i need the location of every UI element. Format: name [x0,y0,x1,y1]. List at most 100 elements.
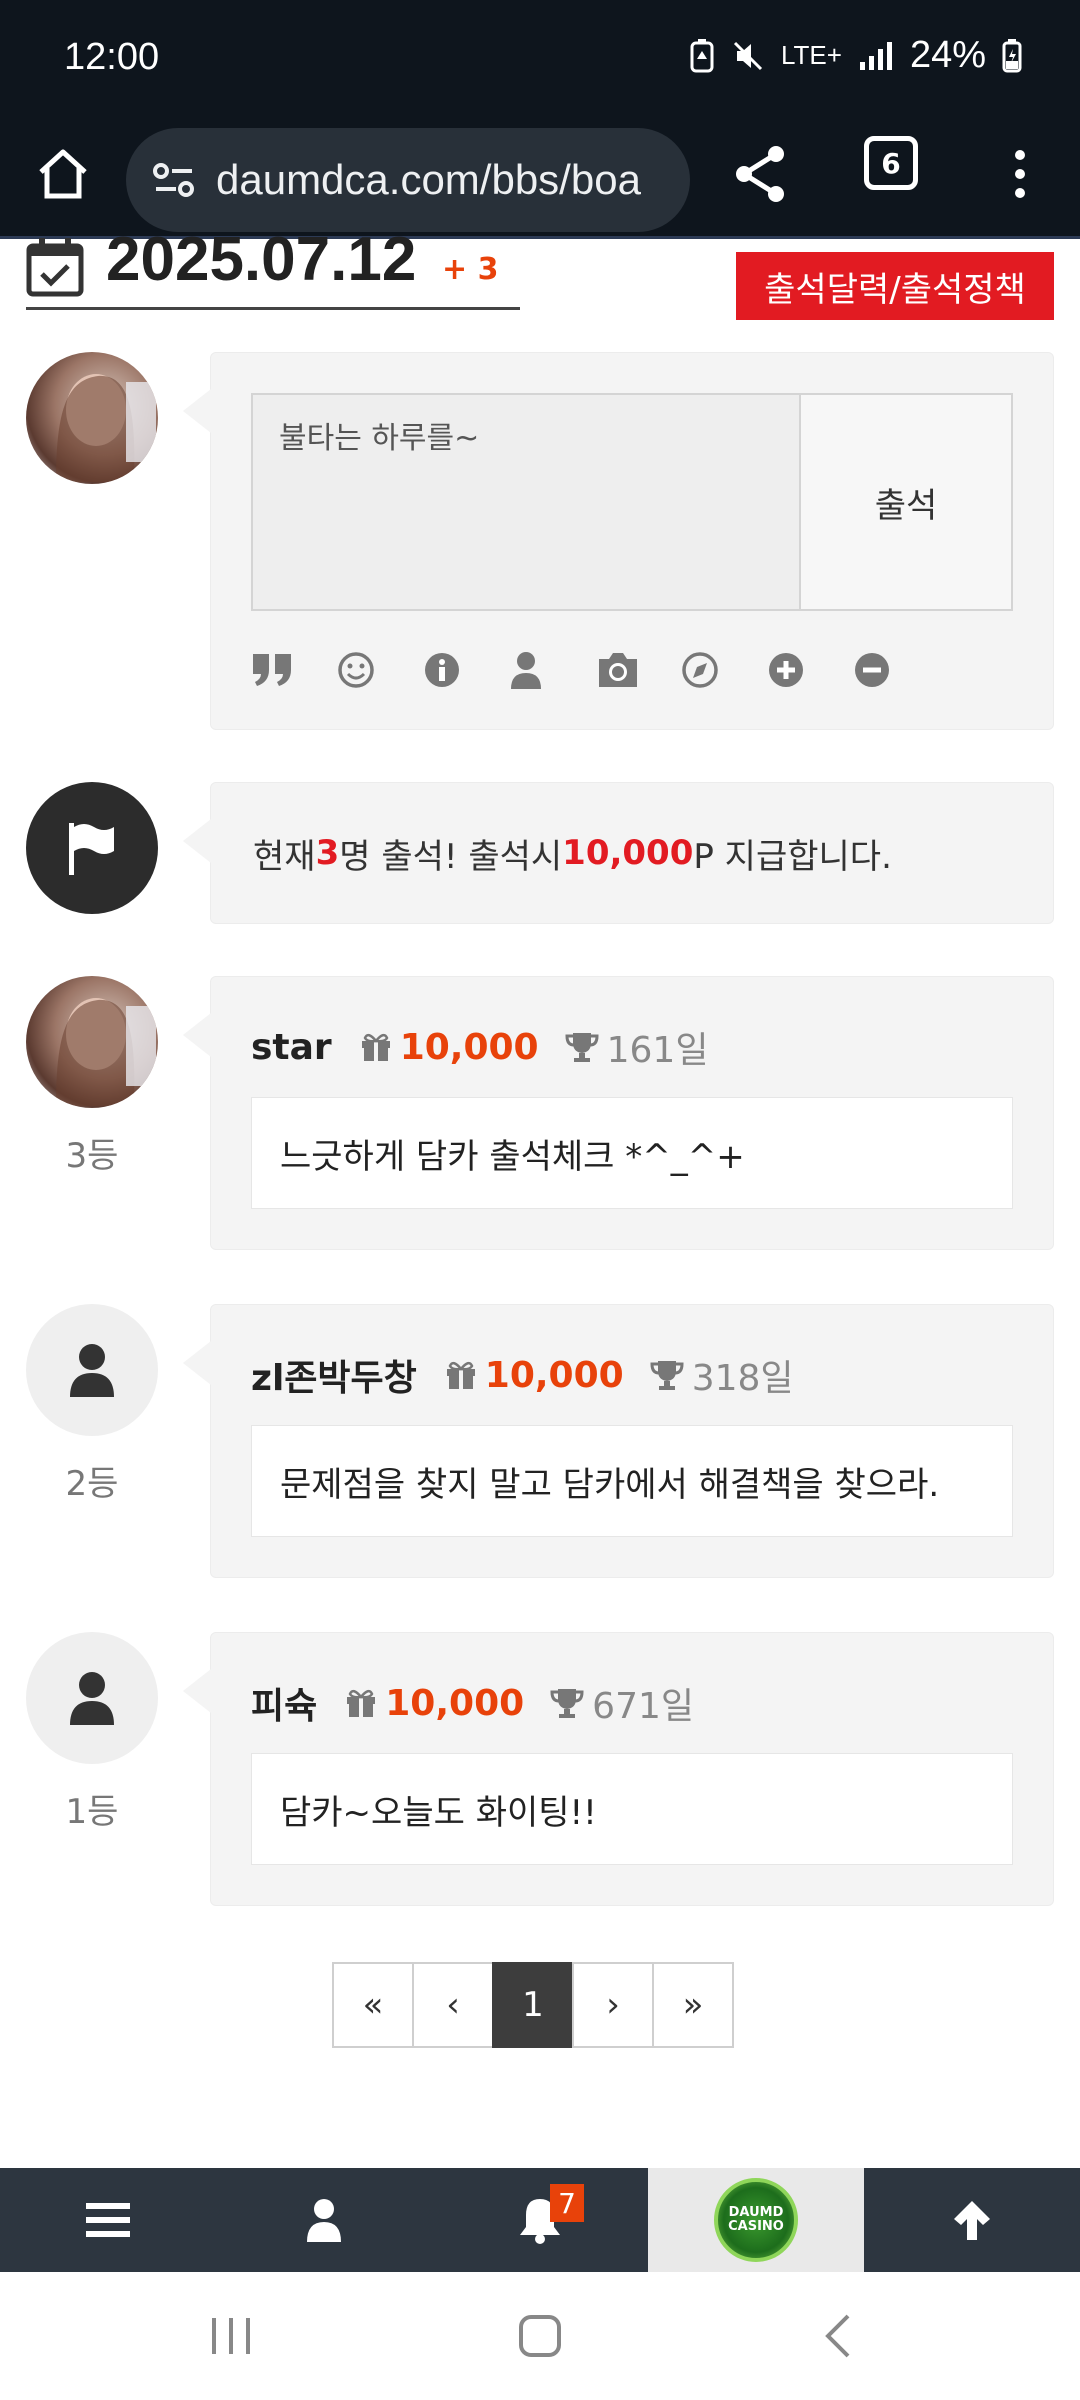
entry-meta: 피슉 10,000 671일 [251,1677,694,1729]
entry-comment: 문제점을 찾지 말고 담카에서 해결책을 찾으라. [251,1425,1013,1537]
attendance-calendar-button[interactable]: 출석달력/출석정책 [736,252,1054,320]
signal-icon [858,40,894,72]
date-header: 2025.07.12 + 3 [26,225,520,310]
attendance-delta: + 3 [442,252,499,287]
battery-charging-icon [1002,38,1022,73]
info-icon [425,653,459,687]
user-icon [511,652,541,689]
battery-percent: 24% [909,34,986,76]
gift-icon [446,1361,475,1389]
system-nav-bar [0,2272,1080,2400]
attend-button[interactable]: 출석 [801,393,1013,611]
entry-meta: zl존박두창 10,000 318일 [251,1349,794,1401]
scroll-top-button[interactable] [864,2168,1080,2272]
entry-days: 671일 [550,1677,694,1729]
profile-button[interactable] [216,2168,432,2272]
my-avatar [26,352,158,484]
entry-avatar[interactable] [26,1304,158,1436]
status-time: 12:00 [64,36,160,78]
current-page-button[interactable]: 1 [492,1962,574,2048]
attendance-date: 2025.07.12 [106,225,417,294]
more-vert-icon [1015,150,1025,198]
battery-saver-icon [689,38,715,73]
home-nav-button[interactable] [512,2308,568,2364]
info-button[interactable] [423,643,509,697]
daumd-casino-logo: DAUMD CASINO [714,2178,798,2262]
entry-meta: star 10,000 161일 [251,1021,708,1073]
link-button[interactable] [681,643,767,697]
collapse-button[interactable] [853,643,939,697]
entry-username[interactable]: 피슉 [251,1677,317,1729]
smile-icon [338,652,374,688]
hamburger-icon [86,2203,130,2237]
entry-card: 피슉 10,000 671일 담카~오늘도 화이팅!! [183,1632,1054,1906]
last-page-button[interactable]: » [652,1962,734,2048]
default-user-icon [70,1344,114,1397]
notification-badge: 7 [550,2184,584,2222]
status-bar: 12:00 LTE+ 24% [0,0,1080,112]
notifications-button[interactable]: 7 [432,2168,648,2272]
compose-toolbar [251,643,939,697]
notice-points: 10,000 [562,833,694,873]
entry-card: star 10,000 161일 느긋하게 담카 출석체크 *^_^+ [183,976,1054,1250]
url-text[interactable]: daumdca.com/bbs/boa [216,156,641,204]
entry-points: 10,000 [445,1355,624,1396]
home-button[interactable] [30,130,96,218]
gift-icon [347,1689,376,1717]
entry-avatar[interactable] [26,976,158,1108]
entry-username[interactable]: zl존박두창 [251,1349,417,1401]
user-mention-button[interactable] [509,643,595,697]
arrow-up-icon [954,2201,990,2240]
entry-days: 161일 [565,1021,708,1073]
gift-icon [361,1033,390,1061]
prev-page-button[interactable]: ‹ [412,1962,494,2048]
entry-avatar[interactable] [26,1632,158,1764]
camera-icon [599,653,637,687]
compose-card: 불타는 하루를~ 출석 [183,352,1054,730]
network-type: LTE+ [781,40,842,70]
browser-menu-button[interactable] [1000,134,1040,214]
user-icon [307,2199,341,2242]
trophy-icon [565,1033,599,1062]
first-page-button[interactable]: « [332,1962,414,2048]
entry-days: 318일 [650,1349,794,1401]
attendance-message-input[interactable]: 불타는 하루를~ [251,393,801,611]
home-square-icon [519,2315,561,2357]
entry-username[interactable]: star [251,1027,332,1068]
browser-toolbar: daumdca.com/bbs/boa 6 [0,112,1080,236]
tab-count: 6 [881,146,901,180]
notice-text-mid: 명 출석! 출석시 [339,836,563,877]
tab-switcher-button[interactable]: 6 [864,136,918,190]
share-button[interactable] [724,134,796,214]
entry-rank: 3등 [65,1136,119,1176]
entry-rank: 1등 [65,1792,119,1832]
entry-rank: 2등 [65,1464,119,1504]
next-page-button[interactable]: › [572,1962,654,2048]
notice-card: 현재 3명 출석! 출석시 10,000 P 지급합니다. [183,782,1054,924]
address-bar[interactable]: daumdca.com/bbs/boa [126,128,690,232]
notice-text-pre: 현재 [253,836,316,877]
entry-points-value: 10,000 [484,1354,624,1396]
status-icons: LTE+ 24% [689,34,1022,77]
menu-button[interactable] [0,2168,216,2272]
recents-button[interactable] [206,2308,256,2364]
expand-button[interactable] [767,643,853,697]
trophy-icon [550,1689,584,1718]
flag-icon [69,823,114,875]
site-settings-icon[interactable] [152,160,196,200]
notice-text-post: P 지급합니다. [693,836,892,877]
quote-button[interactable] [251,643,337,697]
logo-text-line1: DAUMD [728,2205,784,2220]
emoticon-button[interactable] [337,643,423,697]
share-icon [736,146,784,202]
minus-circle-icon [855,653,889,687]
recents-icon [212,2318,250,2354]
entry-points: 10,000 [360,1027,539,1068]
entry-points-value: 10,000 [385,1682,525,1724]
site-logo-button[interactable]: DAUMD CASINO [648,2168,864,2272]
default-user-icon [70,1672,114,1725]
back-nav-button[interactable] [818,2308,858,2364]
photo-button[interactable] [595,643,681,697]
attendance-notice: 현재 3명 출석! 출석시 10,000 P 지급합니다. [253,783,892,923]
entry-points: 10,000 [345,1683,524,1724]
